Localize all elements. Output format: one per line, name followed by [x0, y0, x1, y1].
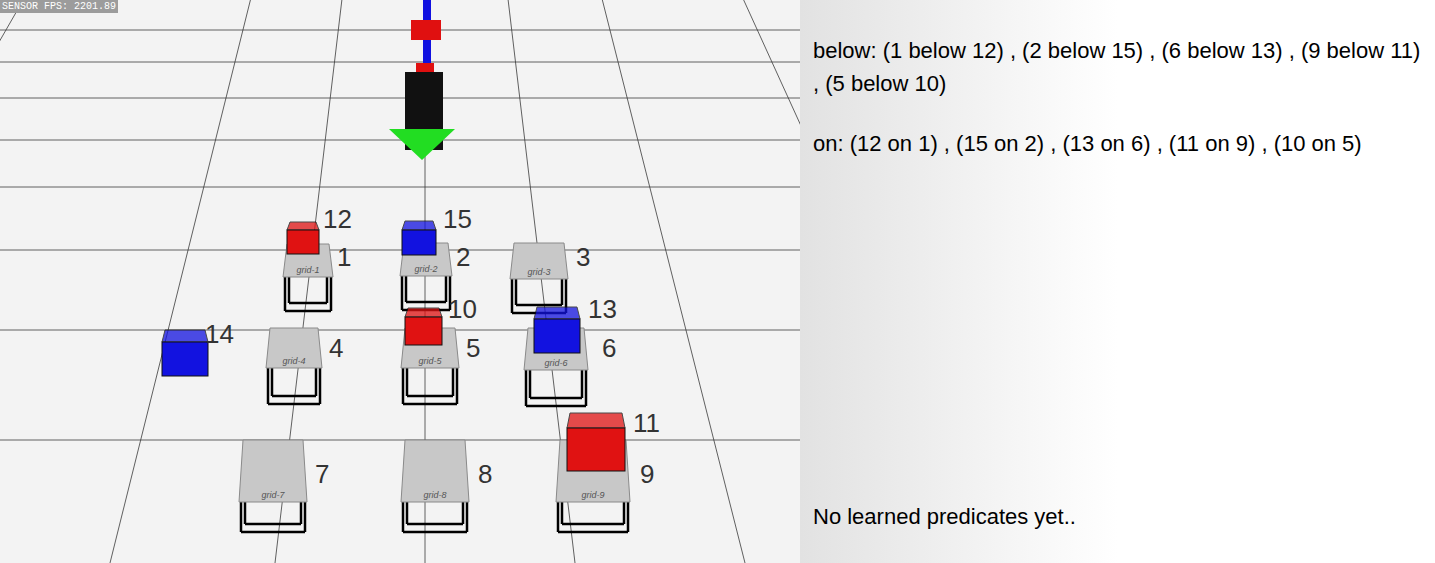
- plate-label: grid-7: [261, 490, 285, 500]
- block[interactable]: 15: [402, 204, 472, 255]
- robot-arm-icon: [389, 0, 455, 160]
- block-number: 10: [448, 294, 477, 324]
- block[interactable]: 13: [534, 294, 617, 353]
- block-number: 15: [443, 204, 472, 234]
- table-number: 8: [478, 459, 492, 489]
- scene-canvas[interactable]: grid-1 1 grid-2 2 grid-3 3 grid-4 4 grid-5 5 grid-…: [0, 0, 800, 563]
- learned-predicates: No learned predicates yet..: [813, 500, 1427, 533]
- block-number: 12: [323, 204, 352, 234]
- table: grid-8 8: [401, 440, 492, 532]
- floor-grid: [0, 0, 800, 563]
- block-number: 11: [633, 408, 660, 438]
- sensor-fps: SENSOR FPS: 2201.89: [0, 0, 118, 13]
- info-panel: below: (1 below 12) , (2 below 15) , (6 …: [800, 0, 1435, 563]
- table-number: 4: [329, 333, 343, 363]
- relation-text: below: (1 below 12) , (2 below 15) , (6 …: [813, 34, 1427, 100]
- table-plate: [510, 243, 568, 279]
- plate-label: grid-1: [296, 265, 319, 275]
- block[interactable]: 10: [405, 294, 477, 345]
- plate-label: grid-2: [414, 264, 437, 274]
- plate-label: grid-8: [423, 490, 446, 500]
- table-plate: [239, 440, 307, 502]
- table-number: 7: [315, 459, 329, 489]
- table-number: 9: [640, 459, 654, 489]
- block[interactable]: 12: [287, 204, 352, 254]
- scene-view[interactable]: grid-1 1 grid-2 2 grid-3 3 grid-4 4 grid-5 5 grid-…: [0, 0, 800, 563]
- table-number: 3: [576, 242, 590, 272]
- table: grid-3 3: [510, 242, 590, 313]
- table: grid-4 4: [266, 328, 343, 404]
- plate-label: grid-6: [544, 358, 567, 368]
- plate-label: grid-4: [282, 356, 305, 366]
- plate-label: grid-3: [527, 267, 550, 277]
- table-number: 5: [466, 333, 480, 363]
- relations: below: (1 below 12) , (2 below 15) , (6 …: [813, 34, 1427, 160]
- table: grid-7 7: [239, 440, 329, 532]
- table-plate: [401, 440, 469, 502]
- block[interactable]: 11: [567, 408, 660, 471]
- table-number: 1: [337, 242, 351, 272]
- relation-text: on: (12 on 1) , (15 on 2) , (13 on 6) , …: [813, 127, 1427, 160]
- block[interactable]: 14: [162, 319, 234, 376]
- plate-label: grid-5: [418, 356, 442, 366]
- table-plate: [266, 328, 322, 368]
- table-number: 6: [602, 333, 616, 363]
- block-number: 14: [205, 319, 234, 349]
- app: grid-1 1 grid-2 2 grid-3 3 grid-4 4 grid-5 5 grid-…: [0, 0, 1435, 563]
- table-number: 2: [456, 242, 470, 272]
- plate-label: grid-9: [581, 490, 604, 500]
- block-number: 13: [588, 294, 617, 324]
